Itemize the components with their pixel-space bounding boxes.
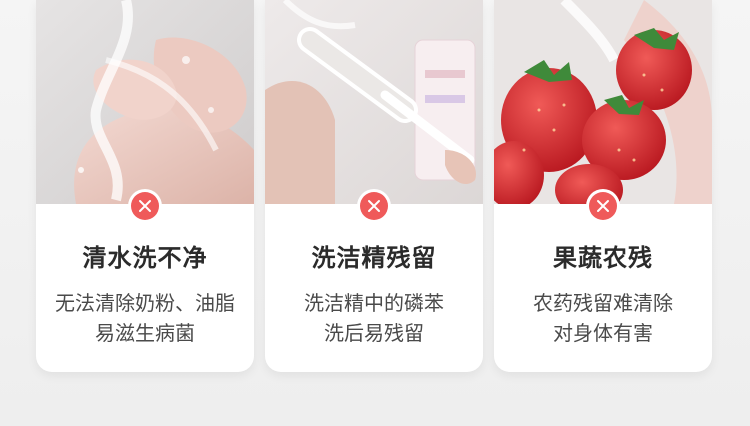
close-icon — [589, 192, 617, 220]
comparison-panel: 清水洗不净 无法清除奶粉、油脂 易滋生病菌 洗洁精残留 洗洁精中的磷苯 洗后易残… — [0, 0, 750, 426]
description-line: 无法清除奶粉、油脂 — [55, 291, 235, 315]
bottle-brush-photo — [265, 0, 483, 204]
close-icon — [131, 192, 159, 220]
description-line: 洗洁精中的磷苯 — [304, 291, 444, 315]
problem-card-water-only: 清水洗不净 无法清除奶粉、油脂 易滋生病菌 — [36, 0, 254, 372]
card-description: 无法清除奶粉、油脂 易滋生病菌 — [40, 288, 250, 348]
card-title: 果蔬农残 — [553, 244, 653, 272]
description-line: 易滋生病菌 — [95, 321, 195, 345]
description-line: 对身体有害 — [553, 321, 653, 345]
close-icon — [360, 192, 388, 220]
description-line: 农药残留难清除 — [533, 291, 673, 315]
hands-washing-photo — [36, 0, 254, 204]
card-description: 农药残留难清除 对身体有害 — [498, 288, 708, 348]
card-description: 洗洁精中的磷苯 洗后易残留 — [269, 288, 479, 348]
problem-card-detergent-residue: 洗洁精残留 洗洁精中的磷苯 洗后易残留 — [265, 0, 483, 372]
description-line: 洗后易残留 — [324, 321, 424, 345]
problem-card-pesticide-residue: 果蔬农残 农药残留难清除 对身体有害 — [494, 0, 712, 372]
card-title: 洗洁精残留 — [311, 244, 437, 272]
strawberries-photo — [494, 0, 712, 204]
card-title: 清水洗不净 — [82, 244, 208, 272]
